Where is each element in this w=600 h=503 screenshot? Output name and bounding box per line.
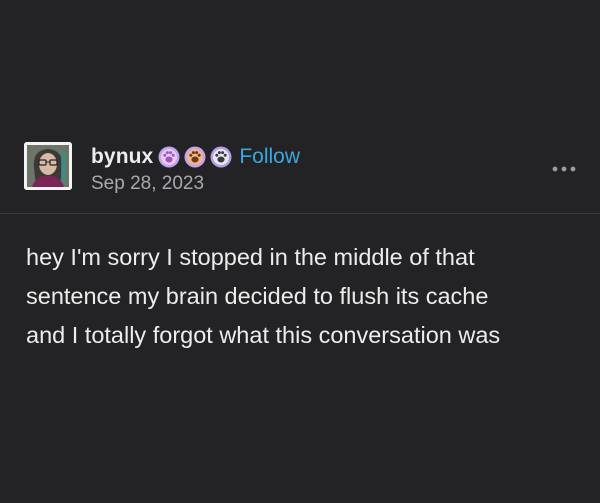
post-body-line: hey I'm sorry I stopped in the middle of… xyxy=(26,244,475,270)
header-divider xyxy=(0,213,600,214)
name-row: bynux Follow xyxy=(91,142,300,172)
paw-print-badge-icon[interactable] xyxy=(210,146,232,168)
post-body-line: and I totally forgot what this conversat… xyxy=(26,322,501,348)
badges xyxy=(158,146,236,168)
avatar[interactable] xyxy=(24,142,72,190)
more-options-icon[interactable] xyxy=(552,164,576,174)
post-body-line: sentence my brain decided to flush its c… xyxy=(26,283,489,309)
avatar-image xyxy=(24,142,72,190)
username-link[interactable]: bynux xyxy=(91,145,153,169)
post-card: bynux Follow Sep 28, 2023 hey I'm sorry … xyxy=(0,0,600,503)
paw-print-badge-icon[interactable] xyxy=(158,146,180,168)
post-header: bynux Follow Sep 28, 2023 xyxy=(24,140,576,196)
post-date[interactable]: Sep 28, 2023 xyxy=(91,173,204,195)
follow-button[interactable]: Follow xyxy=(239,145,300,169)
post-body: hey I'm sorry I stopped in the middle of… xyxy=(26,238,582,355)
paw-print-badge-icon[interactable] xyxy=(184,146,206,168)
